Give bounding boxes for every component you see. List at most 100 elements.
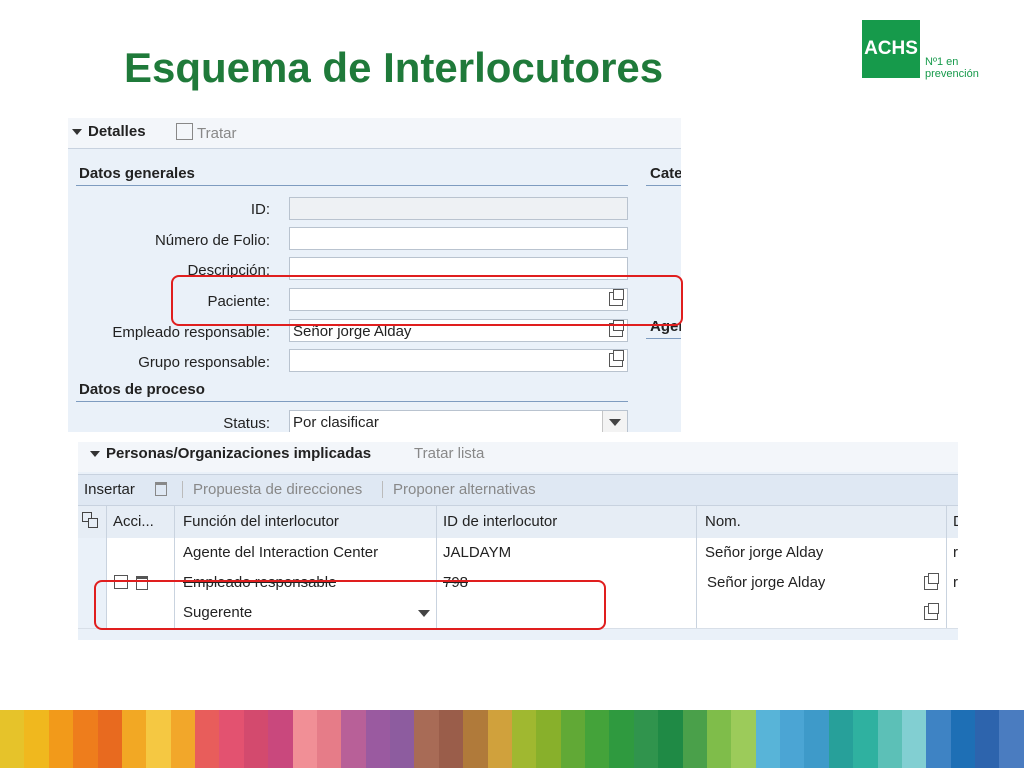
stripe [536,710,561,768]
stripe [219,710,244,768]
decorative-stripes [0,710,1024,768]
stripe [487,710,512,768]
stripe [438,710,464,768]
table-header: Acci... Función del interlocutor ID de i… [78,506,958,539]
stripe [706,710,732,768]
stripe [877,710,902,768]
stripe [195,710,220,768]
table-row[interactable]: Agente del Interaction Center JALDAYM Se… [78,538,958,569]
edit-button[interactable]: Tratar [176,123,236,142]
details-title: Detalles [88,123,146,140]
edit-list-button[interactable]: Tratar lista [414,445,484,462]
delete-button[interactable] [155,481,167,498]
row-partner-id: JALDAYM [443,544,512,561]
status-label: Status: [223,415,270,432]
stripe [121,710,147,768]
folio-field[interactable] [289,227,628,250]
logo-tagline-line2: prevención [925,68,979,80]
achs-logo: ACHS [862,20,920,78]
stripe [682,710,707,768]
stripe [731,710,756,768]
stripe [975,710,1000,768]
details-toggle[interactable]: Detalles [72,123,146,140]
stripe [24,710,49,768]
stripe [341,710,366,768]
group-field[interactable] [289,349,628,372]
group-label: Grupo responsable: [138,354,270,371]
stripe [365,710,390,768]
stripe [73,710,98,768]
category-heading: Cate [650,165,681,182]
stripe [633,710,659,768]
column-header-extra[interactable]: D [953,513,958,530]
stripe [463,710,488,768]
stripe [755,710,780,768]
stripe [268,710,293,768]
partners-toolbar: Insertar Propuesta de direcciones Propon… [78,474,958,506]
edit-icon [176,123,193,140]
stripe [658,710,683,768]
column-header-function[interactable]: Función del interlocutor [183,513,339,530]
stripe [926,710,951,768]
edit-button-label: Tratar [197,125,237,142]
trash-icon [155,482,167,496]
stripe [243,710,269,768]
status-select-value: Por clasificar [293,414,379,431]
stripe [292,710,317,768]
stripe [560,710,585,768]
collapse-triangle-icon [72,129,82,136]
stripe [780,710,805,768]
column-header-name[interactable]: Nom. [705,513,741,530]
section-divider [76,185,628,186]
section-divider [76,401,628,402]
value-help-icon[interactable] [924,603,939,620]
stripe [414,710,439,768]
process-data-heading: Datos de proceso [79,381,205,398]
column-settings-icon[interactable] [82,512,98,528]
folio-label: Número de Folio: [154,232,270,249]
stripe [316,710,342,768]
row-name: Señor jorge Alday [705,544,824,561]
value-help-icon[interactable] [609,350,624,367]
column-header-partner-id[interactable]: ID de interlocutor [443,513,557,530]
section-divider [646,338,681,339]
stripe [828,710,854,768]
stripe [585,710,610,768]
general-data-heading: Datos generales [79,165,195,182]
address-proposal-button[interactable]: Propuesta de direcciones [182,481,362,498]
stripe [804,710,829,768]
employee-label: Empleado responsable: [112,324,270,341]
stripe [609,710,634,768]
logo-tagline: Nº1 en prevención [925,56,979,80]
stripe [853,710,878,768]
partners-header: Personas/Organizaciones implicadas Trata… [78,442,958,472]
slide-title: Esquema de Interlocutores [124,44,664,91]
stripe [999,710,1024,768]
partners-title: Personas/Organizaciones implicadas [106,445,372,462]
highlight-patient-box [171,275,683,326]
column-header-actions[interactable]: Acci... [113,513,173,530]
row-name[interactable]: Señor jorge Alday [707,574,825,591]
stripe [146,710,171,768]
details-header: Detalles Tratar [68,118,681,149]
stripe [511,710,537,768]
section-divider [646,185,681,186]
stripe [48,710,74,768]
row-selector[interactable] [78,538,107,568]
stripe [390,710,415,768]
row-extra: r [953,574,958,591]
partners-toggle[interactable]: Personas/Organizaciones implicadas [90,445,371,462]
id-label: ID: [250,201,270,218]
value-help-icon[interactable] [924,573,939,590]
insert-button[interactable]: Insertar [84,481,135,498]
status-select[interactable]: Por clasificar [289,410,628,432]
stripe [170,710,195,768]
id-field [289,197,628,220]
stripe [97,710,122,768]
row-function: Agente del Interaction Center [183,544,379,561]
propose-alternatives-button[interactable]: Proponer alternativas [382,481,536,498]
collapse-triangle-icon [90,451,100,458]
chevron-down-icon[interactable] [602,411,627,432]
stripe [901,710,927,768]
stripe [0,710,25,768]
